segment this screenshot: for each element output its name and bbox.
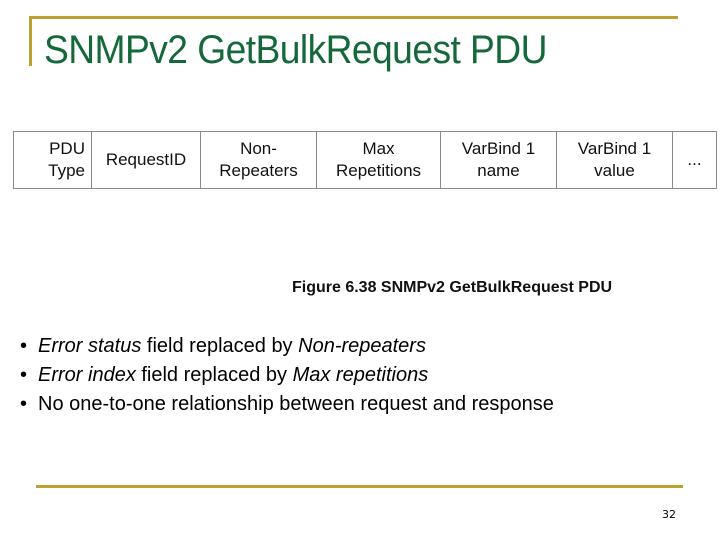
bullet-emphasis: Error index	[38, 364, 136, 386]
footer-rule	[36, 485, 683, 488]
bullet-item: • No one-to-one relationship between requ…	[20, 390, 554, 419]
field-label-line1: ...	[687, 150, 702, 169]
field-label-line2: Repetitions	[335, 161, 422, 180]
bullet-marker: •	[20, 393, 28, 415]
bullet-text: No one-to-one relationship between reque…	[38, 393, 554, 415]
field-label-line1: PDU	[49, 139, 85, 158]
bullet-emphasis: Non-repeaters	[298, 335, 426, 357]
field-label-line1: Non-	[240, 139, 277, 158]
bullet-marker: •	[20, 364, 28, 386]
pdu-field-varbind1-name: VarBind 1 name	[440, 131, 557, 189]
field-label-line2: Repeaters	[219, 161, 298, 180]
pdu-field-ellipsis: ...	[672, 131, 717, 189]
pdu-field-pdu-type: PDU Type	[13, 131, 92, 189]
pdu-field-request-id: RequestID	[91, 131, 201, 189]
bullet-item: • Error status field replaced by Non-repe…	[20, 332, 554, 361]
figure-caption: Figure 6.38 SNMPv2 GetBulkRequest PDU	[292, 279, 613, 296]
bullet-marker: •	[20, 335, 28, 357]
page-number: 32	[662, 508, 676, 521]
field-label-line2: value	[594, 161, 635, 180]
pdu-fields-row: PDU Type RequestID Non- Repeaters Max Re…	[13, 131, 717, 189]
title-frame-left-rule	[29, 16, 32, 66]
pdu-field-varbind1-value: VarBind 1 value	[556, 131, 673, 189]
field-label-line1: VarBind 1	[461, 139, 536, 158]
slide-title: SNMPv2 GetBulkRequest PDU	[44, 28, 547, 72]
bullet-emphasis: Error status	[38, 335, 142, 357]
pdu-field-non-repeaters: Non- Repeaters	[200, 131, 317, 189]
field-label-line1: VarBind 1	[577, 139, 652, 158]
pdu-format-table: PDU Type RequestID Non- Repeaters Max Re…	[13, 131, 717, 189]
bullet-list: • Error status field replaced by Non-repe…	[20, 332, 554, 419]
bullet-item: • Error index field replaced by Max repet…	[20, 361, 554, 390]
title-frame-top-rule	[29, 16, 678, 19]
bullet-emphasis: Max repetitions	[292, 364, 429, 386]
field-label-line1: Max	[362, 139, 395, 158]
pdu-field-max-repetitions: Max Repetitions	[316, 131, 441, 189]
field-label-line2: Type	[48, 161, 85, 180]
field-label-line1: RequestID	[105, 150, 187, 169]
bullet-text: field replaced by	[135, 364, 293, 386]
bullet-text: field replaced by	[141, 335, 299, 357]
field-label-line2: name	[477, 161, 520, 180]
